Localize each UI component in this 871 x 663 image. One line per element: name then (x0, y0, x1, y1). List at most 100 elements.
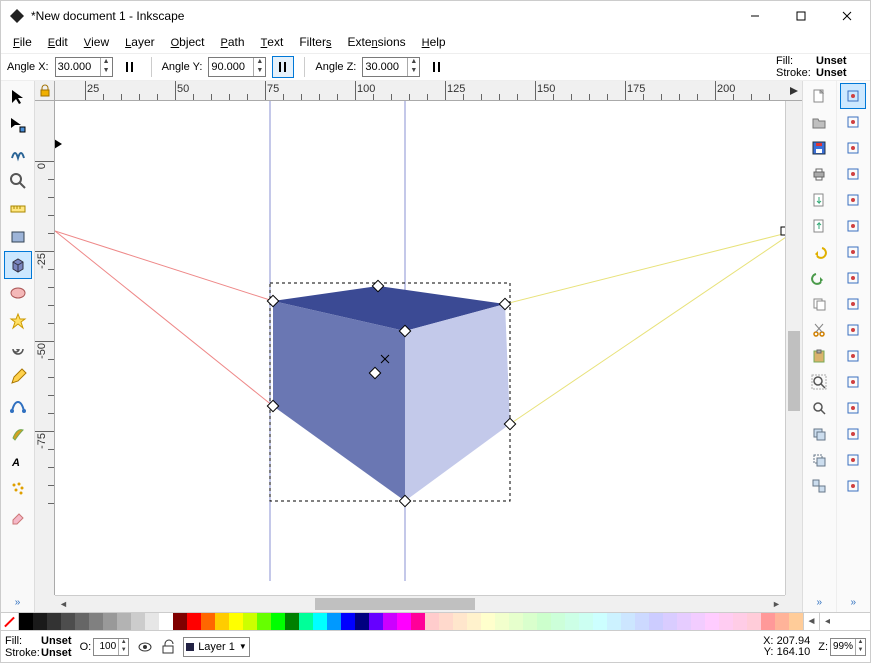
vertical-scrollbar[interactable] (785, 101, 802, 595)
color-swatch[interactable] (733, 613, 747, 630)
snap-smooth-icon[interactable] (840, 265, 866, 291)
color-swatch[interactable] (173, 613, 187, 630)
angle-z-input[interactable] (363, 61, 407, 73)
minimize-button[interactable] (732, 1, 778, 31)
layer-selector[interactable]: Layer 1 ▼ (183, 637, 250, 657)
menu-file[interactable]: File (7, 33, 38, 51)
color-swatch[interactable] (579, 613, 593, 630)
snap-enable-icon[interactable] (840, 83, 866, 109)
snap-page-icon[interactable] (840, 421, 866, 447)
measure-tool[interactable] (4, 195, 32, 223)
horizontal-scrollbar[interactable]: ◄ ► (55, 595, 785, 612)
zoom-fit-icon[interactable] (806, 369, 832, 395)
selector-tool[interactable] (4, 83, 32, 111)
color-swatch[interactable] (19, 613, 33, 630)
menu-path[interactable]: Path (215, 33, 251, 51)
palette-scroll-left[interactable]: ◄ (803, 613, 819, 630)
ruler-corner[interactable] (35, 81, 55, 101)
color-swatch[interactable] (411, 613, 425, 630)
color-swatch[interactable] (383, 613, 397, 630)
color-swatch[interactable] (131, 613, 145, 630)
color-swatch[interactable] (271, 613, 285, 630)
color-swatch[interactable] (215, 613, 229, 630)
color-swatch[interactable] (775, 613, 789, 630)
menu-help[interactable]: Help (416, 33, 452, 51)
ruler-end-icon[interactable] (785, 81, 802, 101)
snap-corner-icon[interactable] (840, 161, 866, 187)
duplicate-icon[interactable] (806, 421, 832, 447)
bezier-tool[interactable] (4, 391, 32, 419)
angle-y-up[interactable]: ▲ (253, 58, 265, 67)
snap-grid-icon[interactable] (840, 447, 866, 473)
snap-node-icon[interactable] (840, 239, 866, 265)
color-swatch[interactable] (481, 613, 495, 630)
menu-layer[interactable]: Layer (119, 33, 160, 51)
color-swatch[interactable] (453, 613, 467, 630)
color-swatch[interactable] (313, 613, 327, 630)
color-swatch[interactable] (341, 613, 355, 630)
opacity-input[interactable] (94, 641, 118, 652)
paste-icon[interactable] (806, 343, 832, 369)
angle-x-spinner[interactable]: ▲▼ (55, 57, 113, 77)
calligraphy-tool[interactable] (4, 419, 32, 447)
menu-extensions[interactable]: Extensions (341, 33, 411, 51)
color-swatch[interactable] (145, 613, 159, 630)
menu-text[interactable]: Text (255, 33, 290, 51)
canvas[interactable] (55, 101, 785, 595)
angle-y-parallel-toggle[interactable] (272, 56, 294, 78)
color-swatch[interactable] (103, 613, 117, 630)
color-swatch[interactable] (621, 613, 635, 630)
visibility-icon[interactable] (137, 639, 153, 655)
spiral-tool[interactable] (4, 335, 32, 363)
color-swatch[interactable] (397, 613, 411, 630)
angle-z-spinner[interactable]: ▲▼ (362, 57, 420, 77)
star-tool[interactable] (4, 307, 32, 335)
color-swatch[interactable] (635, 613, 649, 630)
color-swatch[interactable] (607, 613, 621, 630)
color-swatch[interactable] (439, 613, 453, 630)
palette-menu[interactable]: ◂ (819, 613, 835, 630)
angle-x-up[interactable]: ▲ (100, 58, 112, 67)
color-swatch[interactable] (747, 613, 761, 630)
angle-y-down[interactable]: ▼ (253, 67, 265, 76)
scrollbar-thumb[interactable] (315, 598, 475, 610)
zoom-input[interactable] (831, 641, 855, 652)
export-icon[interactable] (806, 213, 832, 239)
snap-bbox-icon[interactable] (840, 109, 866, 135)
snap-intersect-icon[interactable] (840, 343, 866, 369)
text-tool[interactable]: A (4, 447, 32, 475)
color-swatch[interactable] (467, 613, 481, 630)
angle-x-down[interactable]: ▼ (100, 67, 112, 76)
scroll-right-button[interactable]: ► (768, 596, 785, 612)
pencil-tool[interactable] (4, 363, 32, 391)
rectangle-tool[interactable] (4, 223, 32, 251)
3dbox-tool[interactable] (4, 251, 32, 279)
menu-filters[interactable]: Filters (293, 33, 337, 51)
zoom-tool[interactable] (4, 167, 32, 195)
angle-x-input[interactable] (56, 61, 100, 73)
menu-object[interactable]: Object (165, 33, 211, 51)
color-swatch[interactable] (495, 613, 509, 630)
tweak-tool[interactable] (4, 139, 32, 167)
snap-midpoint-icon[interactable] (840, 187, 866, 213)
color-swatch[interactable] (61, 613, 75, 630)
toolbox-more[interactable]: » (15, 595, 21, 612)
angle-z-parallel-toggle[interactable] (426, 56, 448, 78)
color-swatch[interactable] (705, 613, 719, 630)
no-color-swatch[interactable] (1, 613, 19, 630)
color-swatch[interactable] (649, 613, 663, 630)
color-swatch[interactable] (425, 613, 439, 630)
color-swatch[interactable] (565, 613, 579, 630)
commands-more[interactable]: » (816, 597, 822, 612)
snap-path-icon[interactable] (840, 369, 866, 395)
zoom-drawing-icon[interactable] (806, 395, 832, 421)
snap-others-icon[interactable] (840, 395, 866, 421)
color-swatch[interactable] (117, 613, 131, 630)
redo-icon[interactable] (806, 265, 832, 291)
menu-view[interactable]: View (78, 33, 115, 51)
color-swatch[interactable] (509, 613, 523, 630)
color-swatch[interactable] (369, 613, 383, 630)
open-doc-icon[interactable] (806, 109, 832, 135)
color-swatch[interactable] (159, 613, 173, 630)
angle-x-parallel-toggle[interactable] (119, 56, 141, 78)
